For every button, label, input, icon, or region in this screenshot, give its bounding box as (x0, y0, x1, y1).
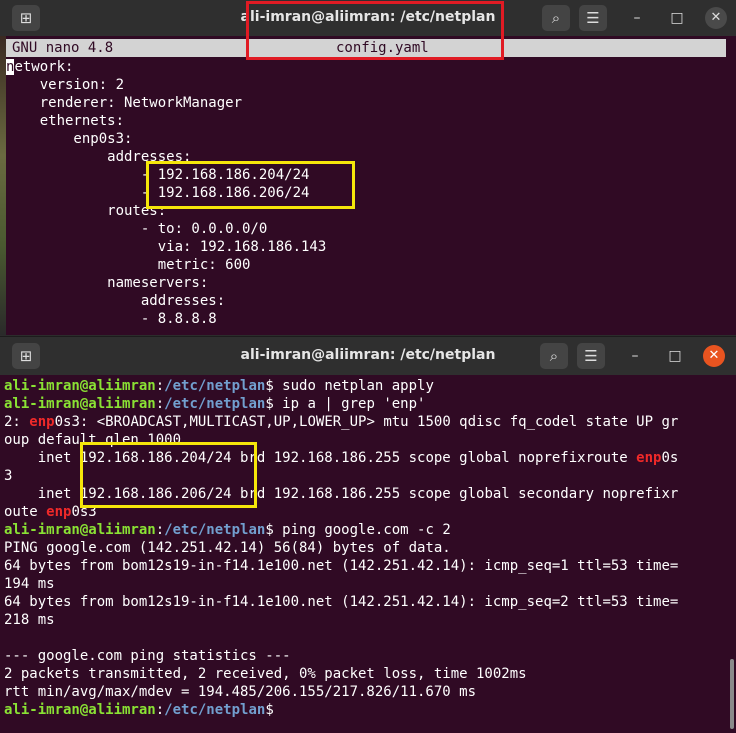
output-line: 2: enp0s3: <BROADCAST,MULTICAST,UP,LOWER… (4, 414, 679, 430)
nano-version: GNU nano 4.8 (12, 40, 114, 56)
yaml-line: addresses: (6, 149, 192, 165)
prompt-line-4: ali-imran@aliimran:/etc/netplan$ (4, 702, 274, 718)
yaml-line: nameservers: (6, 275, 209, 291)
yaml-line: addresses: (6, 293, 226, 309)
command-text: sudo netplan apply (273, 378, 434, 394)
ping-line: rtt min/avg/max/mdev = 194.485/206.155/2… (4, 684, 477, 700)
command-text: ip a | grep 'enp' (273, 396, 426, 412)
ping-line: 64 bytes from bom12s19-in-f14.1e100.net … (4, 594, 679, 610)
search-icon[interactable]: ⌕ (540, 343, 568, 369)
inet-address: 192.168.186.204/24 (79, 450, 232, 466)
yaml-line: - 8.8.8.8 (6, 311, 217, 327)
yaml-line: ethernets: (6, 113, 125, 129)
title-bar[interactable]: ⊞ ali-imran@aliimran: /etc/netplan ⌕ ☰ –… (0, 337, 736, 375)
title-bar[interactable]: ⊞ ali-imran@aliimran: /etc/netplan ⌕ ☰ –… (0, 0, 736, 36)
shell-terminal-window: ⊞ ali-imran@aliimran: /etc/netplan ⌕ ☰ –… (0, 336, 736, 733)
yaml-line: etwork: (14, 59, 74, 75)
close-icon[interactable]: ✕ (703, 345, 725, 367)
yaml-line: metric: 600 (6, 257, 251, 273)
yaml-editor-content[interactable]: network: version: 2 renderer: NetworkMan… (6, 58, 326, 328)
ping-line: 2 packets transmitted, 2 received, 0% pa… (4, 666, 527, 682)
nano-file-name: config.yaml (336, 40, 429, 56)
yaml-line: version: 2 (6, 77, 125, 93)
output-line: oup default qlen 1000 (4, 432, 182, 448)
output-line: oute enp0s3 (4, 504, 97, 520)
prompt-line-3: ali-imran@aliimran:/etc/netplan$ ping go… (4, 522, 451, 538)
inet-address: 192.168.186.206/24 (79, 486, 232, 502)
ping-line: --- google.com ping statistics --- (4, 648, 291, 664)
terminal-output[interactable]: ali-imran@aliimran:/etc/netplan$ sudo ne… (4, 377, 734, 719)
ping-line: 218 ms (4, 612, 55, 628)
ping-line: 64 bytes from bom12s19-in-f14.1e100.net … (4, 558, 679, 574)
ping-line: PING google.com (142.251.42.14) 56(84) b… (4, 540, 451, 556)
window-title: ali-imran@aliimran: /etc/netplan (240, 9, 496, 25)
output-line: inet 192.168.186.206/24 brd 192.168.186.… (4, 486, 679, 502)
output-line: 3 (4, 468, 13, 484)
search-icon[interactable]: ⌕ (542, 5, 570, 31)
command-text: ping google.com -c 2 (273, 522, 451, 538)
yaml-line: routes: (6, 203, 167, 219)
yaml-line: - 192.168.186.206/24 (6, 185, 310, 201)
yaml-line: - to: 0.0.0.0/0 (6, 221, 268, 237)
minimize-icon[interactable]: – (627, 8, 647, 28)
yaml-line: enp0s3: (6, 131, 133, 147)
yaml-line: - 192.168.186.204/24 (6, 167, 310, 183)
nano-terminal-window: ⊞ ali-imran@aliimran: /etc/netplan ⌕ ☰ –… (0, 0, 736, 335)
ping-line: 194 ms (4, 576, 55, 592)
minimize-icon[interactable]: – (625, 346, 645, 366)
output-line: inet 192.168.186.204/24 brd 192.168.186.… (4, 450, 679, 466)
prompt-line-2: ali-imran@aliimran:/etc/netplan$ ip a | … (4, 396, 426, 412)
maximize-icon[interactable]: □ (665, 346, 685, 366)
yaml-line: renderer: NetworkManager (6, 95, 243, 111)
menu-icon[interactable]: ☰ (577, 343, 605, 369)
maximize-icon[interactable]: □ (667, 8, 687, 28)
scrollbar[interactable] (730, 659, 734, 729)
ping-output: PING google.com (142.251.42.14) 56(84) b… (4, 540, 678, 700)
yaml-line: via: 192.168.186.143 (6, 239, 327, 255)
prompt-line-1: ali-imran@aliimran:/etc/netplan$ sudo ne… (4, 378, 434, 394)
menu-icon[interactable]: ☰ (579, 5, 607, 31)
close-icon[interactable]: ✕ (705, 7, 727, 29)
nano-header-bar: GNU nano 4.8 config.yaml (6, 39, 726, 57)
